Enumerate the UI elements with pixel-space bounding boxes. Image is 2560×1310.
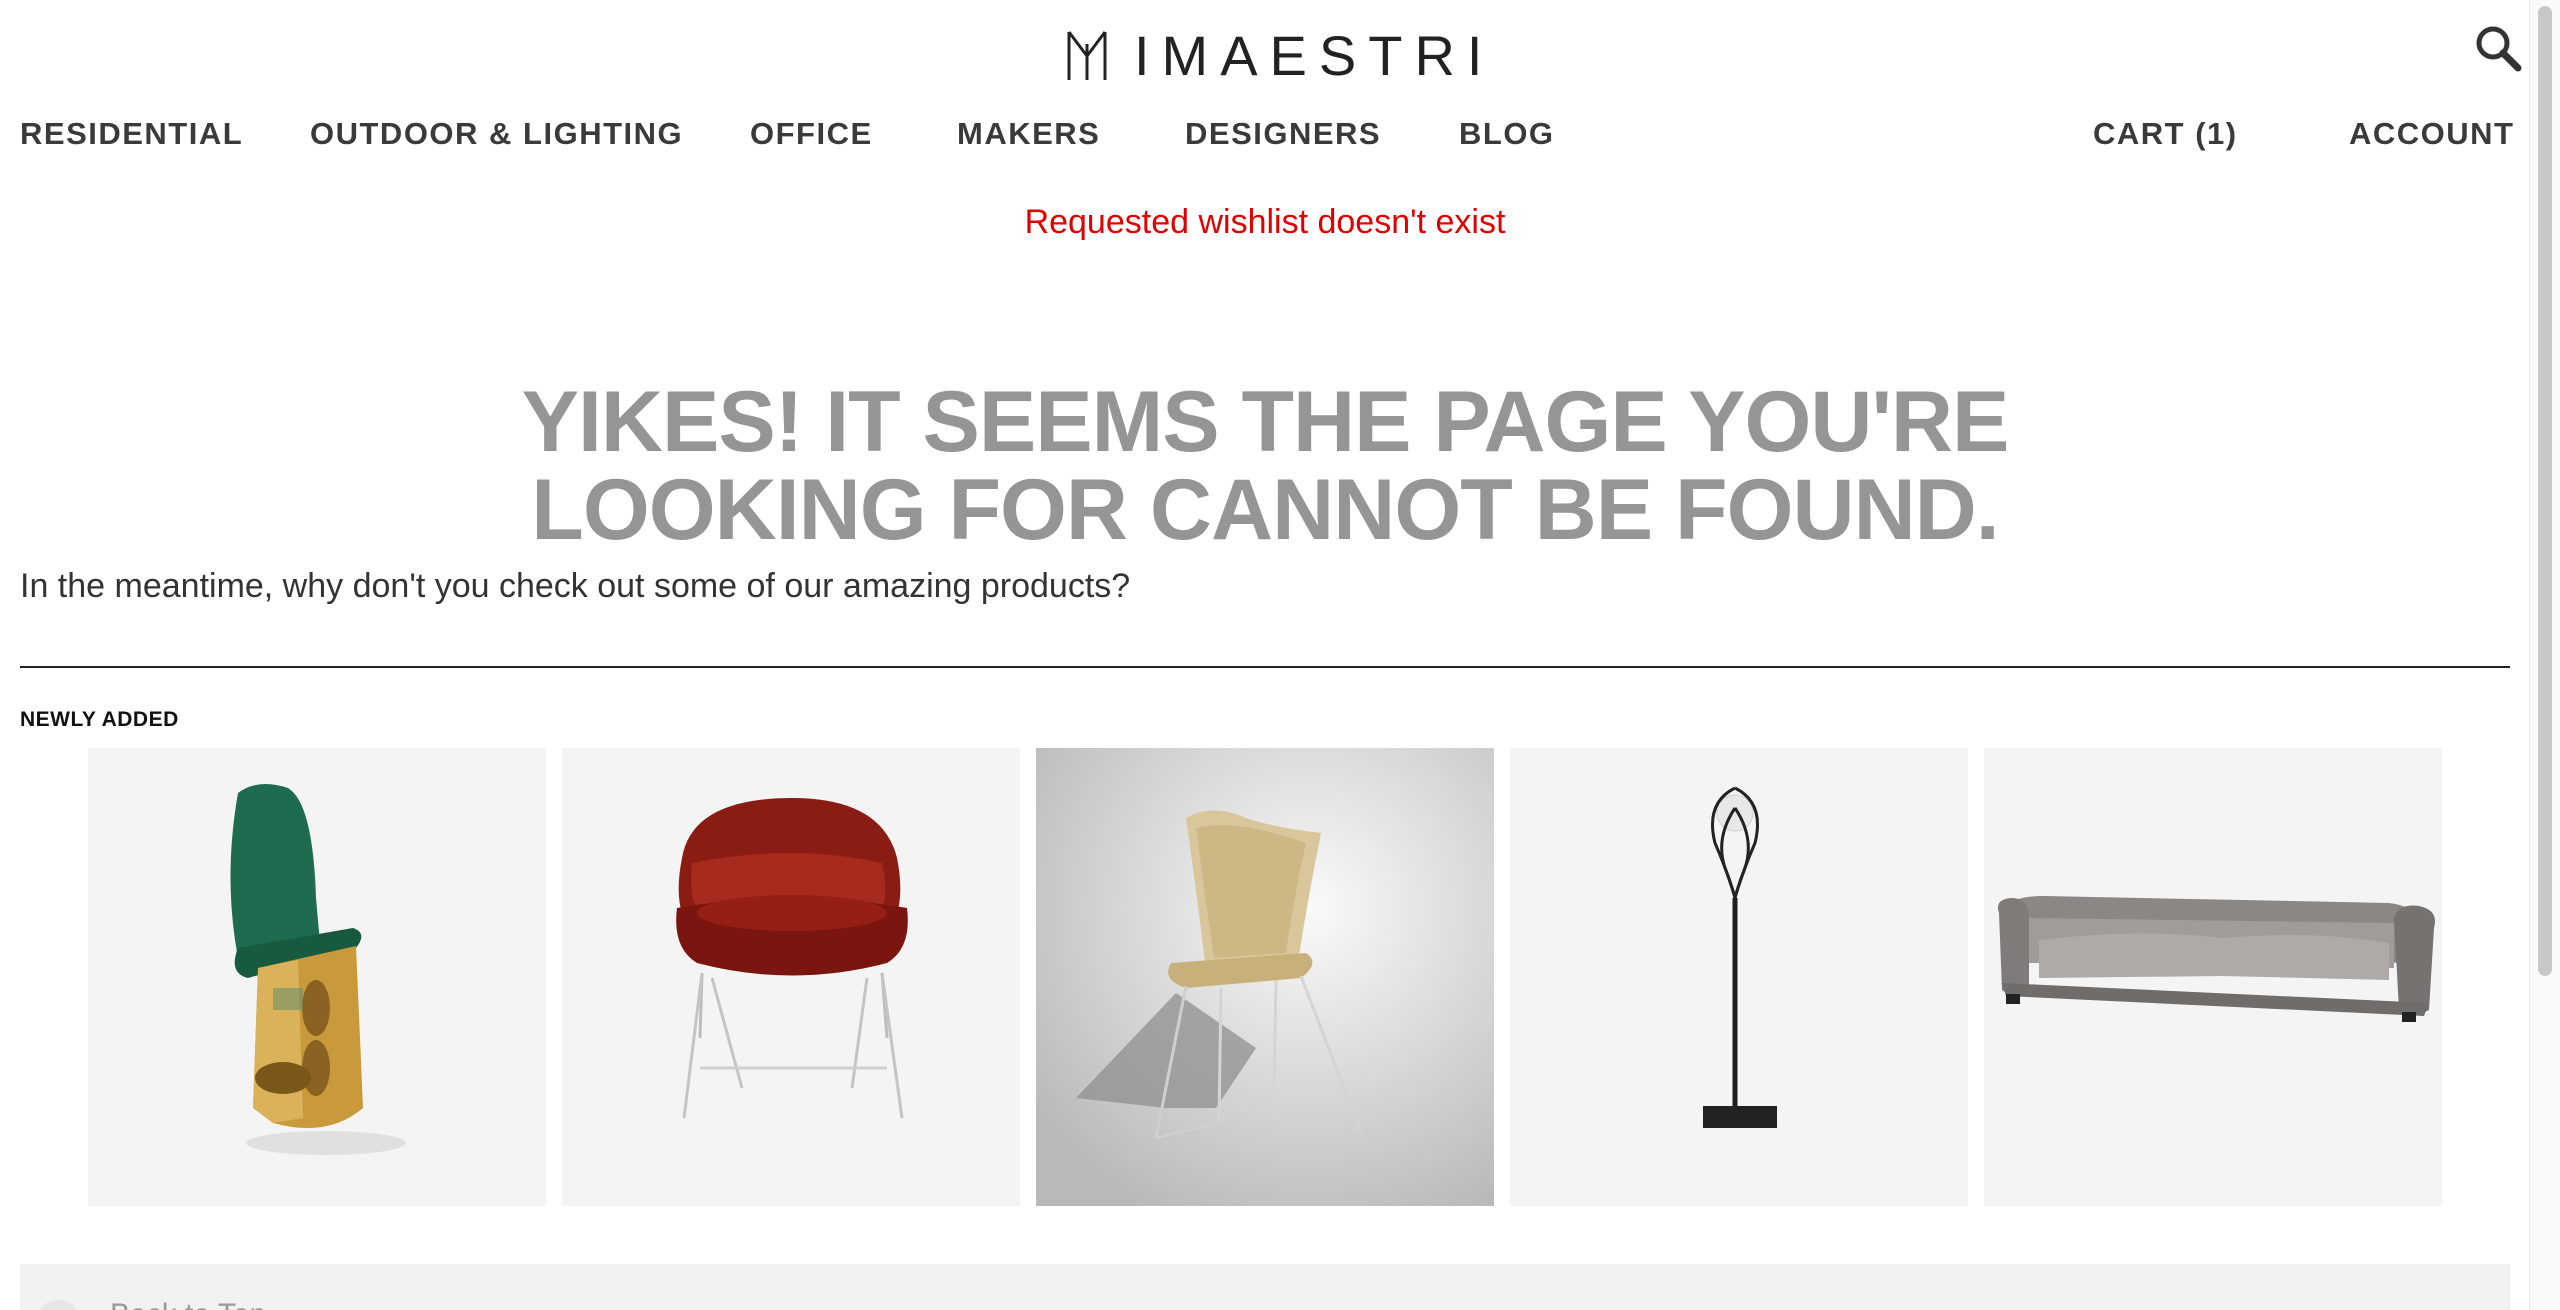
not-found-headline: YIKES! IT SEEMS THE PAGE YOU'RE LOOKING … — [0, 378, 2530, 554]
red-velvet-armchair-image — [562, 748, 1020, 1206]
bottom-bar: Back to Top — [20, 1264, 2510, 1310]
search-icon[interactable] — [2474, 24, 2522, 72]
page: IMAESTRI RESIDENTIAL OUTDOOR & LIGHTING … — [0, 0, 2560, 1310]
brand-name: IMAESTRI — [1134, 24, 1495, 87]
nav-item-designers[interactable]: DESIGNERS — [1185, 112, 1381, 156]
green-velvet-chair-image — [88, 748, 546, 1206]
nav-item-makers[interactable]: MAKERS — [957, 112, 1100, 156]
wicker-chair-image — [1036, 748, 1494, 1206]
headline-line-2: LOOKING FOR CANNOT BE FOUND. — [531, 462, 1999, 558]
logo-mark-icon — [1067, 31, 1107, 80]
product-card[interactable] — [88, 748, 546, 1206]
newly-added-products — [88, 748, 2442, 1206]
main-nav: RESIDENTIAL OUTDOOR & LIGHTING OFFICE MA… — [0, 112, 2520, 156]
product-card[interactable] — [1036, 748, 1494, 1206]
floor-lamp-image — [1510, 748, 1968, 1206]
brand-logo[interactable]: IMAESTRI — [1066, 28, 1494, 84]
section-divider — [20, 666, 2510, 668]
product-card[interactable] — [1984, 748, 2442, 1206]
bottom-bar-text[interactable]: Back to Top — [110, 1298, 266, 1310]
bottom-avatar — [36, 1300, 80, 1310]
nav-item-office[interactable]: OFFICE — [750, 112, 873, 156]
grey-sofa-image — [1984, 748, 2442, 1206]
nav-item-blog[interactable]: BLOG — [1459, 112, 1555, 156]
newly-added-title: NEWLY ADDED — [20, 708, 179, 731]
product-card[interactable] — [1510, 748, 1968, 1206]
scrollbar-thumb[interactable] — [2538, 6, 2552, 976]
page-scrollbar[interactable] — [2529, 0, 2560, 1310]
nav-item-residential[interactable]: RESIDENTIAL — [20, 112, 243, 156]
wishlist-error-message: Requested wishlist doesn't exist — [1024, 203, 1506, 241]
not-found-subtext: In the meantime, why don't you check out… — [20, 567, 1131, 605]
nav-item-outdoor-lighting[interactable]: OUTDOOR & LIGHTING — [310, 112, 683, 156]
headline-line-1: YIKES! IT SEEMS THE PAGE YOU'RE — [521, 374, 2010, 470]
nav-item-cart[interactable]: CART (1) — [2093, 112, 2238, 156]
nav-item-account[interactable]: ACCOUNT — [2349, 112, 2515, 156]
product-card[interactable] — [562, 748, 1020, 1206]
